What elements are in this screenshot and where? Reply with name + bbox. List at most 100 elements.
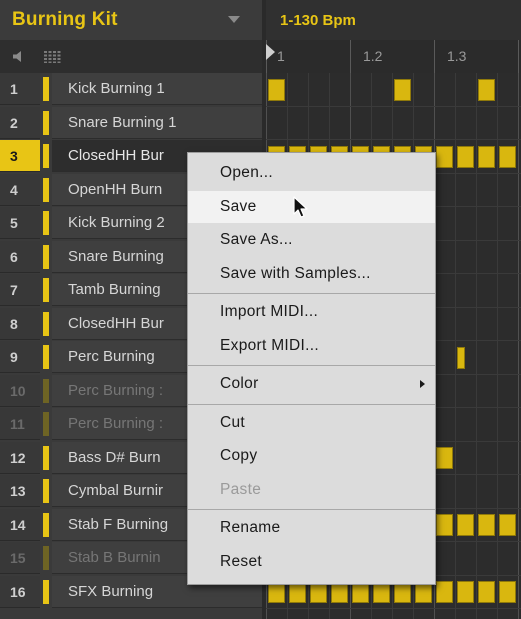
- menu-separator: [188, 403, 435, 405]
- tempo-range-label[interactable]: 1-130 Bpm: [280, 12, 356, 29]
- sound-color-swatch: [43, 546, 49, 570]
- grid-icon[interactable]: [44, 51, 61, 63]
- ruler-label-1: 1: [277, 48, 285, 64]
- speaker-icon[interactable]: [13, 51, 25, 62]
- menu-item-label: Import MIDI...: [220, 303, 319, 320]
- sound-number[interactable]: 3: [0, 140, 40, 172]
- sound-color-swatch: [43, 412, 49, 436]
- sound-number[interactable]: 11: [0, 408, 40, 440]
- step-note[interactable]: [457, 514, 474, 537]
- sound-name[interactable]: Snare Burning 1: [52, 106, 262, 139]
- grid-column-line: [455, 73, 456, 619]
- menu-item-import-midi[interactable]: Import MIDI...: [188, 296, 435, 328]
- sound-number[interactable]: 13: [0, 475, 40, 507]
- step-note[interactable]: [436, 514, 453, 537]
- sound-number[interactable]: 2: [0, 106, 40, 139]
- menu-item-reset[interactable]: Reset: [188, 546, 435, 578]
- menu-item-label: Rename: [220, 519, 281, 536]
- grid-column-line: [476, 73, 477, 619]
- sound-name[interactable]: Kick Burning 1: [52, 73, 262, 105]
- dropdown-arrow-icon[interactable]: [228, 16, 240, 23]
- menu-item-export-midi[interactable]: Export MIDI...: [188, 330, 435, 362]
- menu-item-label: Save: [220, 197, 257, 215]
- menu-item-paste: Paste: [188, 474, 435, 506]
- menu-item-label: Save with Samples...: [220, 264, 371, 282]
- menu-item-label: Export MIDI...: [220, 336, 319, 354]
- sound-number[interactable]: 16: [0, 575, 40, 608]
- sound-number[interactable]: 7: [0, 274, 40, 306]
- step-note[interactable]: [457, 145, 474, 168]
- sound-color-swatch: [43, 579, 49, 604]
- step-note[interactable]: [436, 447, 453, 470]
- submenu-arrow-icon: [420, 380, 425, 388]
- sound-number[interactable]: 5: [0, 207, 40, 239]
- sound-color-swatch: [43, 144, 49, 168]
- kit-name[interactable]: Burning Kit: [12, 9, 118, 31]
- sound-list-toolbar: [0, 40, 262, 73]
- sound-row[interactable]: 1 Kick Burning 1: [0, 73, 262, 105]
- sound-number[interactable]: 9: [0, 341, 40, 373]
- menu-item-label: Paste: [220, 480, 262, 498]
- sound-color-swatch: [43, 378, 49, 403]
- menu-item-label: Open...: [220, 164, 273, 181]
- ruler-tick: [434, 40, 435, 73]
- step-note[interactable]: [457, 346, 466, 369]
- sound-color-swatch: [43, 479, 49, 503]
- step-note[interactable]: [478, 581, 495, 604]
- grid-column-line: [518, 73, 519, 619]
- sound-color-swatch: [43, 345, 49, 369]
- step-note[interactable]: [478, 145, 495, 168]
- step-note[interactable]: [457, 581, 474, 604]
- grid-column-line: [497, 73, 498, 619]
- sound-color-swatch: [43, 512, 49, 537]
- grid-row-line: [266, 608, 521, 609]
- playhead-icon[interactable]: [266, 44, 275, 60]
- sound-color-swatch: [43, 177, 49, 202]
- menu-item-copy[interactable]: Copy: [188, 440, 435, 472]
- menu-item-label: Color: [220, 375, 259, 392]
- menu-item-label: Save As...: [220, 231, 293, 248]
- ruler-tick: [518, 40, 519, 73]
- step-note[interactable]: [499, 581, 516, 604]
- sound-number[interactable]: 14: [0, 508, 40, 541]
- menu-item-color[interactable]: Color: [188, 368, 435, 400]
- menu-item-open[interactable]: Open...: [188, 157, 435, 189]
- step-note[interactable]: [499, 514, 516, 537]
- sound-number[interactable]: 4: [0, 173, 40, 206]
- sound-color-swatch: [43, 110, 49, 135]
- sound-color-swatch: [43, 445, 49, 470]
- ruler-tick: [350, 40, 351, 73]
- sound-color-swatch: [43, 311, 49, 336]
- step-note[interactable]: [478, 514, 495, 537]
- sound-color-swatch: [43, 278, 49, 302]
- pattern-editor: Burning Kit 1-130 Bpm 1 1.2 1.3 1 Kick Bu…: [0, 0, 521, 619]
- sound-row[interactable]: 2 Snare Burning 1: [0, 106, 262, 139]
- mouse-cursor-icon: [293, 196, 308, 218]
- step-note[interactable]: [499, 145, 516, 168]
- step-note[interactable]: [478, 78, 495, 101]
- timeline-ruler[interactable]: [266, 40, 521, 74]
- menu-item-cut[interactable]: Cut: [188, 407, 435, 439]
- menu-item-save-with-samples[interactable]: Save with Samples...: [188, 258, 435, 290]
- menu-item-rename[interactable]: Rename: [188, 512, 435, 544]
- step-note[interactable]: [394, 78, 411, 101]
- step-note[interactable]: [436, 581, 453, 604]
- sound-number[interactable]: 15: [0, 542, 40, 574]
- sound-number[interactable]: 8: [0, 307, 40, 340]
- menu-separator: [188, 365, 435, 366]
- menu-item-label: Reset: [220, 552, 262, 570]
- ruler-label-1-2: 1.2: [363, 48, 383, 64]
- ruler-label-1-3: 1.3: [447, 48, 467, 64]
- menu-item-save-as[interactable]: Save As...: [188, 224, 435, 256]
- menu-item-label: Copy: [220, 447, 258, 464]
- sound-color-swatch: [43, 77, 49, 101]
- sound-number[interactable]: 12: [0, 441, 40, 474]
- sound-number[interactable]: 1: [0, 73, 40, 105]
- menu-item-label: Cut: [220, 413, 246, 431]
- step-note[interactable]: [268, 78, 285, 101]
- sound-number[interactable]: 6: [0, 240, 40, 273]
- sound-number[interactable]: 10: [0, 374, 40, 407]
- menu-separator: [188, 293, 435, 294]
- grid-row-line: [266, 105, 521, 107]
- step-note[interactable]: [436, 145, 453, 168]
